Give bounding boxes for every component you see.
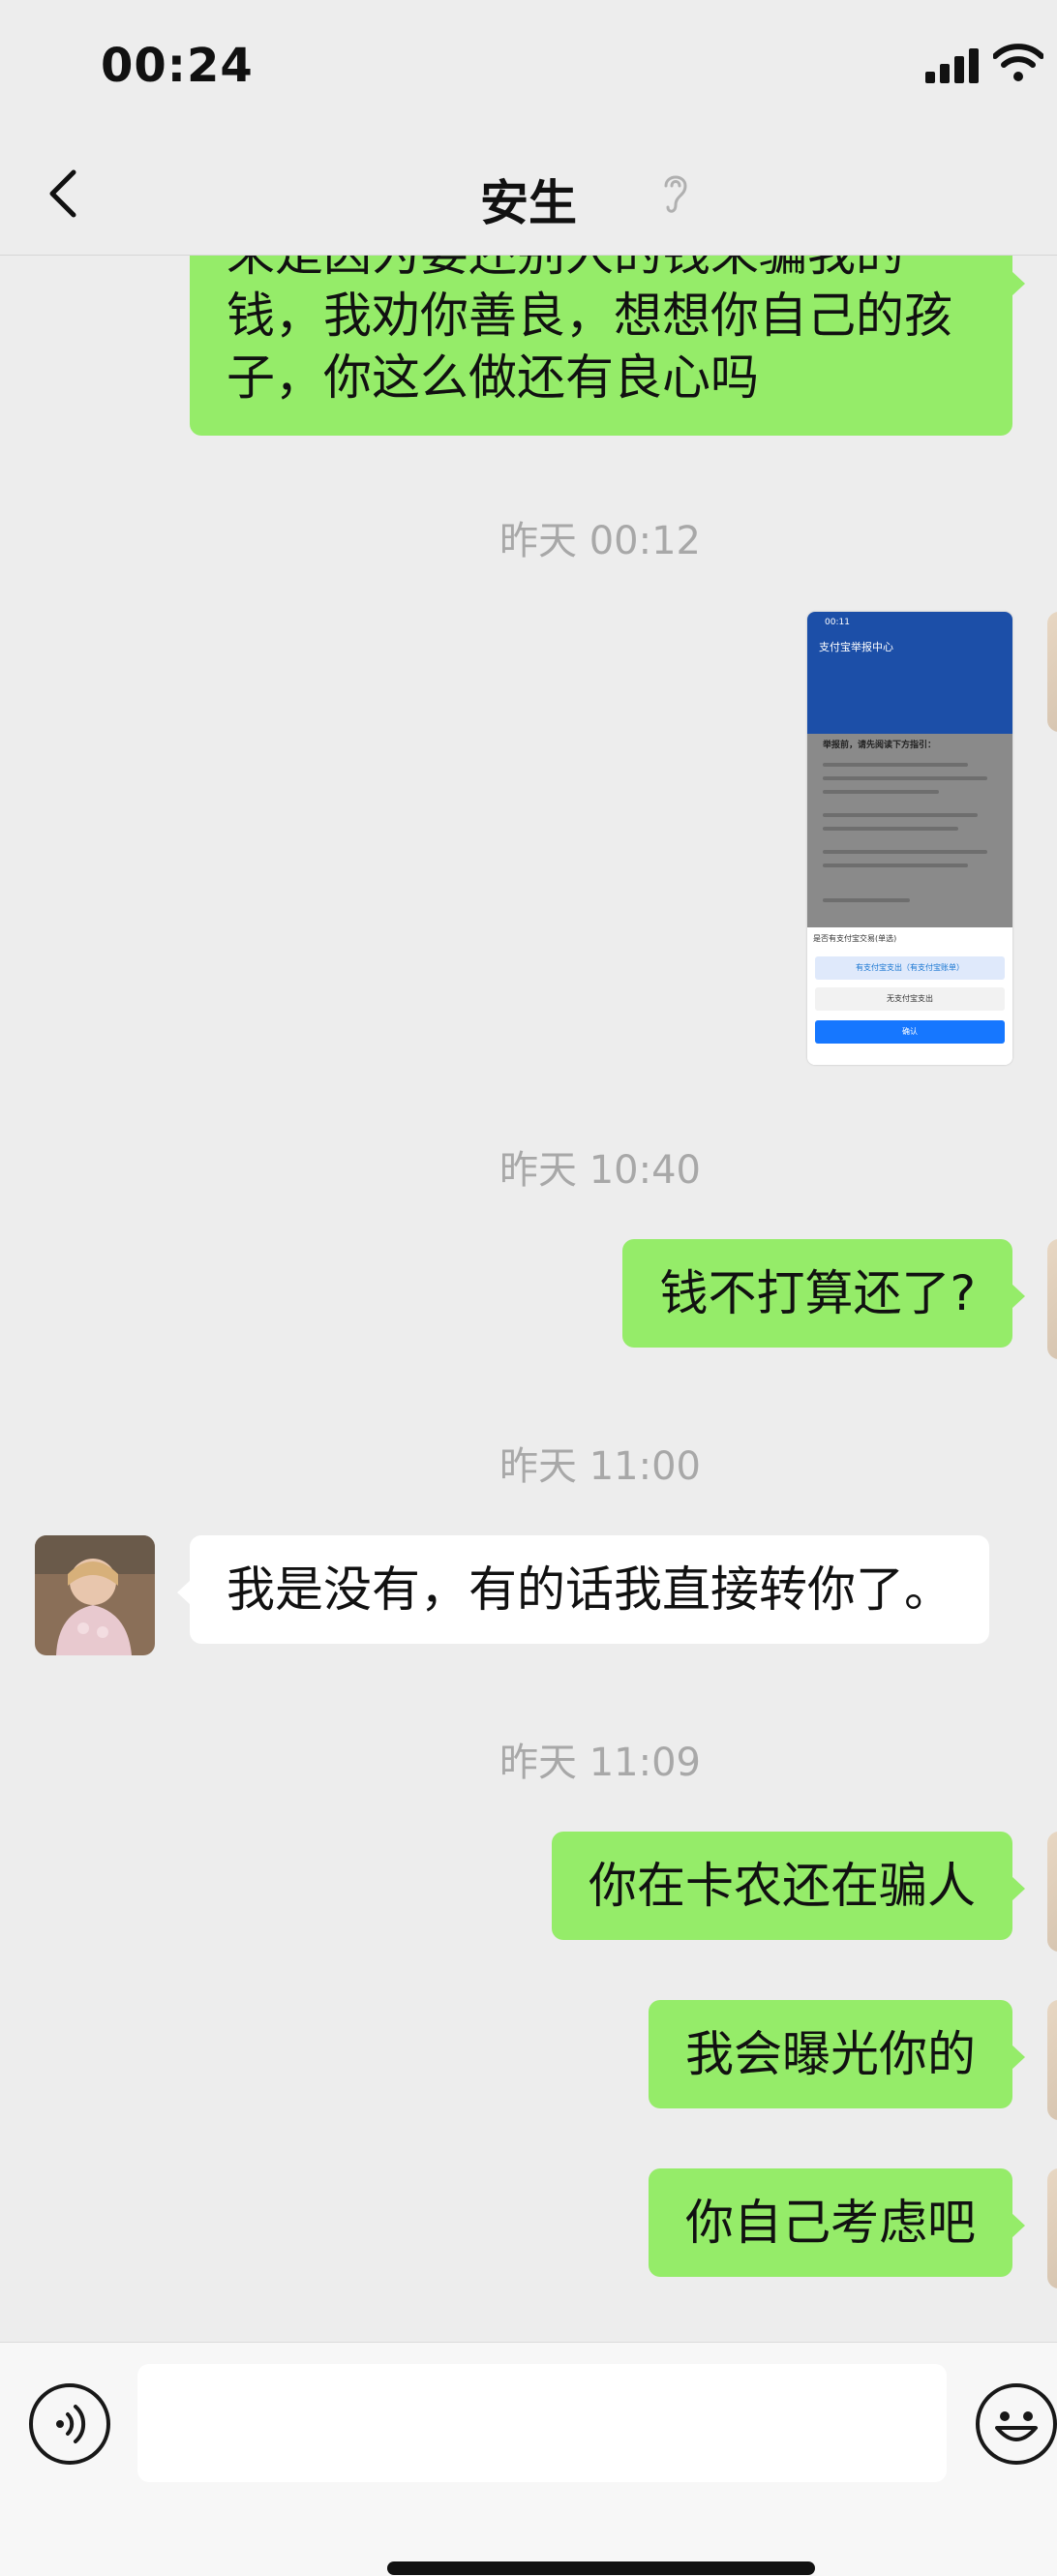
voice-input-icon[interactable] [29,2383,110,2465]
screenshot-image-message[interactable]: 00:11 支付宝举报中心 举报前，请先阅读下方指引： 是否有支付宝交易(单选)… [807,612,1012,1065]
message-line: 钱，我劝你善良，想想你自己的孩 [226,288,952,344]
text-line [823,813,978,817]
self-avatar[interactable] [1047,612,1057,732]
nav-bar: 安生 [0,136,1057,256]
message-list[interactable]: 来是因为要还别人的钱来骗我的 钱，我劝你善良，想想你自己的孩 子，你这么做还有良… [0,256,1057,2342]
message-bubble-outgoing[interactable]: 我会曝光你的 [649,2000,1025,2108]
sheet-option: 无支付宝支出 [815,987,1005,1011]
message-text: 我是没有，有的话我直接转你了。 [226,1561,952,1618]
text-line [823,864,968,867]
message-bubble-incoming[interactable]: 我是没有，有的话我直接转你了。 [177,1535,989,1644]
message-text: 你在卡农还在骗人 [589,1858,976,1914]
contact-avatar[interactable] [35,1535,155,1655]
text-line [823,827,958,831]
text-line [823,776,987,780]
message-text: 你自己考虑吧 [685,2195,976,2251]
timestamp: 昨天 11:09 [499,1741,701,1785]
screenshot-sheet: 是否有支付宝交易(单选) 有支付宝支出（有支付宝账单） 无支付宝支出 确认 [807,927,1012,1065]
wifi-icon [993,44,1043,81]
message-bubble-outgoing[interactable]: 来是因为要还别人的钱来骗我的 钱，我劝你善良，想想你自己的孩 子，你这么做还有良… [190,256,1025,436]
screenshot-header: 00:11 支付宝举报中心 [807,612,1012,734]
self-avatar[interactable] [1047,2168,1057,2288]
timestamp: 昨天 11:00 [499,1444,701,1489]
text-line [823,790,939,794]
self-avatar[interactable] [1047,2000,1057,2120]
message-bubble-outgoing[interactable]: 你在卡农还在骗人 [552,1832,1025,1940]
status-bar: 00:24 [0,0,1057,136]
text-line [823,763,968,767]
message-text: 钱不打算还了? [659,1265,976,1321]
message-bubble-outgoing[interactable]: 你自己考虑吧 [649,2168,1025,2277]
home-indicator [387,2561,815,2575]
screenshot-body: 举报前，请先阅读下方指引： [807,734,1012,927]
screenshot-title: 支付宝举报中心 [819,641,893,653]
text-line [823,898,910,902]
chat-title: 安生 [480,175,577,231]
sheet-title: 是否有支付宝交易(单选) [813,934,897,943]
ear-icon [664,175,687,213]
status-time: 00:24 [101,39,254,93]
message-line: 来是因为要还别人的钱来骗我的 [226,256,976,285]
self-avatar[interactable] [1047,1239,1057,1359]
timestamp: 昨天 10:40 [499,1148,701,1193]
sheet-confirm: 确认 [815,1020,1005,1044]
chat-screen: 00:24 安生 来是因为要还别人的钱来骗我的 钱，我劝你善良，想想你自己的孩 … [0,0,1057,2576]
message-input[interactable] [137,2364,947,2482]
screenshot-time: 00:11 [825,618,850,627]
text-line [823,850,987,854]
message-bubble-outgoing[interactable]: 钱不打算还了? [622,1239,1025,1348]
self-avatar[interactable] [1047,1832,1057,1952]
screenshot-heading: 举报前，请先阅读下方指引： [823,741,937,750]
timestamp: 昨天 00:12 [499,519,701,563]
input-bar [0,2342,1057,2576]
child-photo-icon [35,1535,155,1655]
cellular-signal-icon [925,48,982,83]
message-line: 子，你这么做还有良心吗 [226,349,759,406]
sheet-option: 有支付宝支出（有支付宝账单） [815,956,1005,980]
emoji-icon[interactable] [976,2383,1057,2465]
message-text: 我会曝光你的 [685,2026,976,2082]
